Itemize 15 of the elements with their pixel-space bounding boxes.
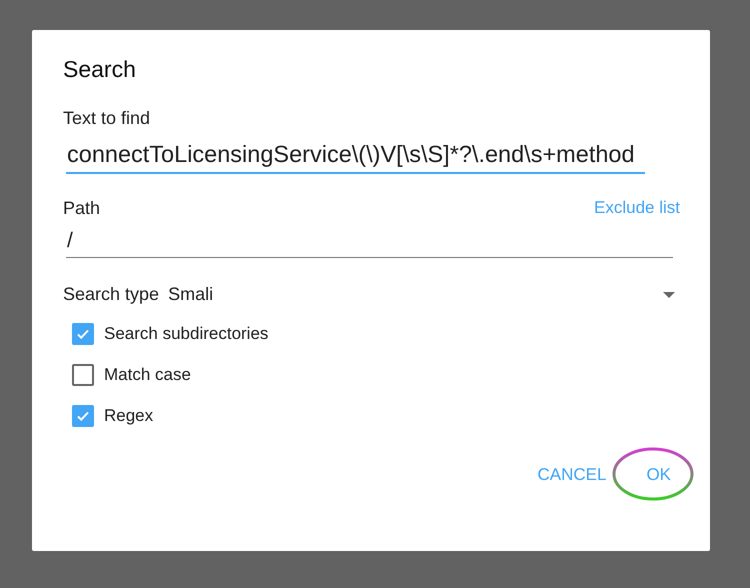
search-type-dropdown[interactable]: Search type Smali	[63, 284, 679, 305]
dialog-title: Search	[63, 56, 137, 83]
caret-icon	[663, 292, 675, 298]
checkbox[interactable]	[72, 364, 94, 386]
dropdown-value: Smali	[168, 284, 214, 305]
checkbox[interactable]	[72, 323, 94, 345]
checkbox-label: Regex	[104, 406, 154, 426]
checkbox[interactable]	[72, 405, 94, 427]
field-label: Path	[63, 198, 100, 219]
text-input-field[interactable]: connectToLicensingService\(\)V[\s\S]*?\.end\s+method	[66, 137, 645, 174]
field-label: Text to find	[63, 108, 152, 129]
checkbox-label: Search subdirectories	[104, 324, 268, 344]
path-input-field[interactable]: /	[66, 225, 673, 258]
dropdown-label: Search type	[63, 284, 160, 305]
checkbox-label: Match case	[104, 365, 191, 385]
